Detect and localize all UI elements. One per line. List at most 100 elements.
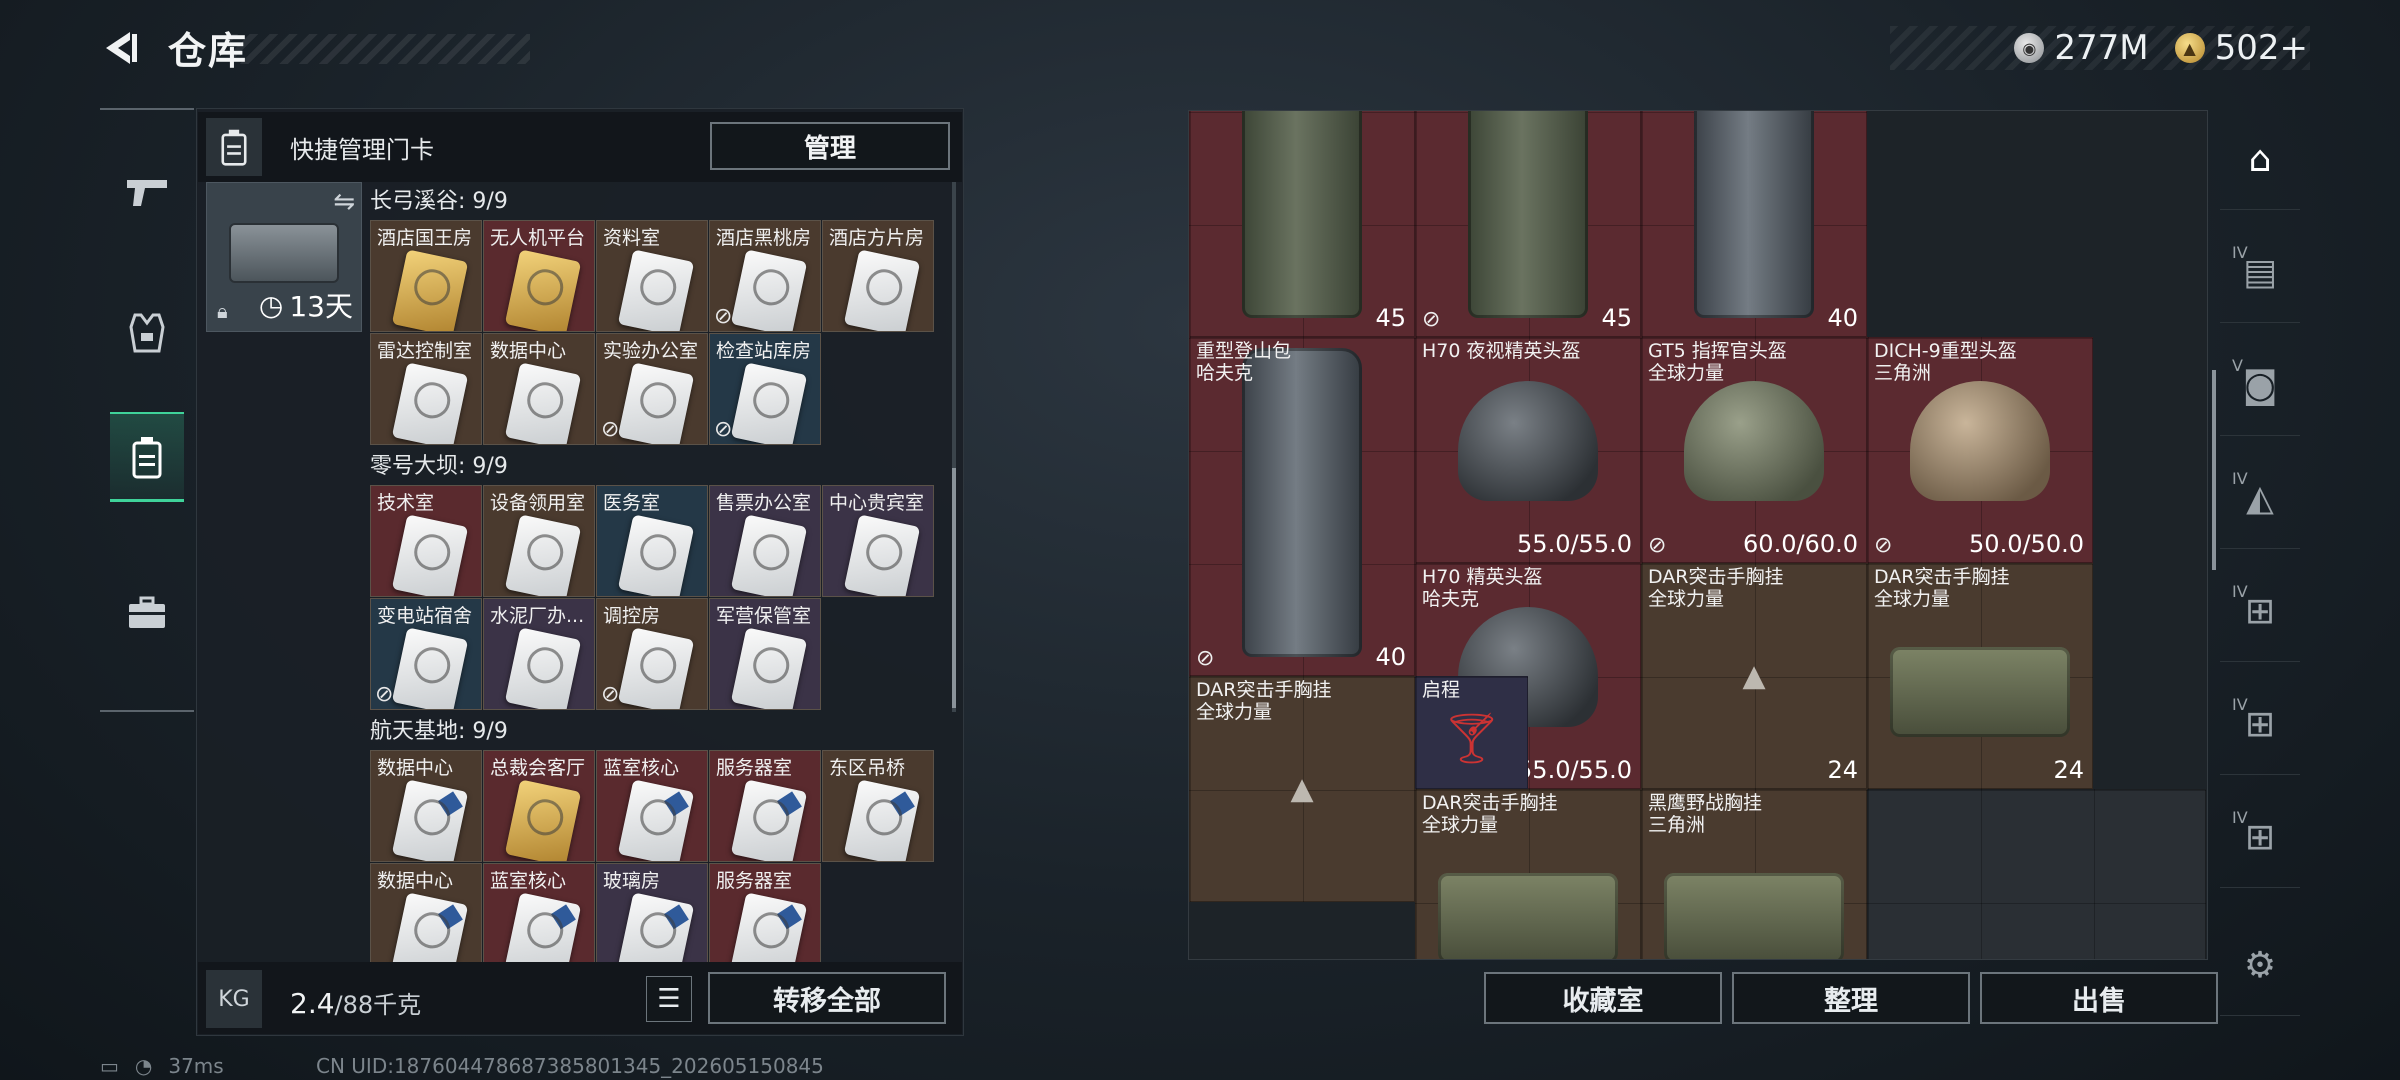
keycard-item[interactable]: 酒店国王房 [370, 220, 482, 332]
storage-add-icon[interactable]: ⊞ IV [2220, 788, 2300, 888]
keycard-image [617, 779, 695, 861]
keycard-label: 实验办公室 [603, 340, 699, 362]
keycard-list-scroll-thumb[interactable] [952, 468, 956, 708]
stash-item[interactable]: 🍸︎ 启程 [1415, 676, 1528, 789]
storage-camera-icon[interactable]: ◙ V [2220, 336, 2300, 436]
keycard-image [730, 892, 808, 962]
keycard-image [843, 249, 921, 331]
keycard-item[interactable]: 售票办公室 [709, 485, 821, 597]
pistol-icon[interactable] [110, 148, 184, 238]
keycard-image [391, 249, 469, 331]
list-view-button[interactable]: ☰ [646, 976, 692, 1022]
storage-folder-icon[interactable]: ▤ IV [2220, 223, 2300, 323]
stash-grid[interactable]: 全球力量45全球力量45⊘哈夫克40 重型登山包哈夫克40⊘H70 夜视精英头盔5… [1188, 110, 2208, 960]
keycard-case-slot[interactable]: ⇋ 🔒︎ ◷ 13天 [206, 182, 362, 332]
keycard-item[interactable]: 服务器室 [709, 750, 821, 862]
keycard-image [617, 514, 695, 596]
keycard-item[interactable]: 设备领用室 [483, 485, 595, 597]
stash-item[interactable]: DAR突击手胸挂 全球力量 [1415, 789, 1641, 959]
item-title: DICH-9重型头盔 [1874, 340, 2017, 362]
stash-item[interactable]: 黑鹰野战胸挂 三角洲 [1641, 789, 1867, 959]
manage-button[interactable]: 管理 [710, 122, 950, 170]
keycard-item[interactable]: 酒店黑桃房 ⊘ [709, 220, 821, 332]
keycard-item[interactable]: 检查站库房 ⊘ [709, 333, 821, 445]
stash-item[interactable]: 全球力量45 [1189, 111, 1415, 337]
keycard-item[interactable]: 调控房 ⊘ [596, 598, 708, 710]
stash-home-icon[interactable]: ⌂ [2220, 110, 2300, 210]
transfer-all-button[interactable]: 转移全部 [708, 972, 946, 1024]
backpack-image [1694, 111, 1814, 318]
category-rail [100, 108, 194, 712]
collection-room-button[interactable]: 收藏室 [1484, 972, 1722, 1024]
item-value: 24 [1827, 756, 1858, 784]
keycard-image [504, 249, 582, 331]
helmet-image [1684, 381, 1824, 501]
keycard-item[interactable]: 蓝室核心 [483, 863, 595, 962]
keycard-item[interactable]: 数据中心 [370, 750, 482, 862]
lock-icon: 🔒︎ [217, 299, 228, 323]
stash-level: IV [2232, 469, 2248, 488]
keycard-item[interactable]: 酒店方片房 [822, 220, 934, 332]
swap-icon[interactable]: ⇋ [333, 187, 355, 217]
stash-item[interactable]: GT5 指挥官头盔 全球力量 60.0/60.0 ⊘ [1641, 337, 1867, 563]
keycard-list[interactable]: 长弓溪谷: 9/9 酒店国王房 无人机平台 资料室 酒店黑桃房 ⊘ 酒店方片房 雷达控制室 数据… [370, 182, 948, 962]
stash-item[interactable]: 重型登山包 哈夫克 40 ⊘ [1189, 337, 1415, 676]
keycard-label: 设备领用室 [490, 492, 586, 514]
settings-gear-icon[interactable]: ⚙ [2220, 916, 2300, 1016]
armor-vest-icon[interactable] [110, 288, 184, 378]
keycard-case-icon[interactable] [110, 412, 184, 502]
briefcase-icon[interactable] [110, 568, 184, 658]
storage-triangle-icon[interactable]: ◭ IV [2220, 449, 2300, 549]
keycard-label: 技术室 [377, 492, 435, 514]
keycard-item[interactable]: 技术室 [370, 485, 482, 597]
silver-currency[interactable]: ◉ 277M [2014, 28, 2149, 68]
stash-item[interactable]: DICH-9重型头盔 三角洲 50.0/50.0 ⊘ [1867, 337, 2093, 563]
stash-level: IV [2232, 808, 2248, 827]
stash-item[interactable]: DAR突击手胸挂 全球力量 24 [1867, 563, 2093, 789]
keycard-item[interactable]: 无人机平台 [483, 220, 595, 332]
empty-stash-area[interactable] [1867, 789, 2206, 959]
organize-button[interactable]: 整理 [1732, 972, 1970, 1024]
keycard-item[interactable]: 实验办公室 ⊘ [596, 333, 708, 445]
ping-value: 37ms [168, 1054, 224, 1078]
back-button[interactable] [96, 24, 144, 72]
keycard-item[interactable]: 总裁会客厅 [483, 750, 595, 862]
keycard-item[interactable]: 水泥厂办... [483, 598, 595, 710]
stash-item[interactable]: ▲ DAR突击手胸挂 全球力量 24 [1641, 563, 1867, 789]
stash-item[interactable]: H70 夜视精英头盔 55.0/55.0 [1415, 337, 1641, 563]
keycard-section-title: 零号大坝: 9/9 [370, 454, 508, 479]
storage-add-icon[interactable]: ⊞ IV [2220, 675, 2300, 775]
keycard-item[interactable]: 数据中心 [483, 333, 595, 445]
keycard-item[interactable]: 变电站宿舍 ⊘ [370, 598, 482, 710]
list-icon: ☰ [657, 984, 681, 1014]
keycard-item[interactable]: 玻璃房 [596, 863, 708, 962]
helmet-image [1910, 381, 2050, 501]
keycard-item[interactable]: 中心贵宾室 [822, 485, 934, 597]
keycard-label: 售票办公室 [716, 492, 812, 514]
storage-add-icon[interactable]: ⊞ IV [2220, 562, 2300, 662]
gold-currency[interactable]: ▲ 502+ [2174, 28, 2308, 68]
keycard-item[interactable]: 服务器室 [709, 863, 821, 962]
stash-page-rail: ⌂ ▤ IV ◙ V ◭ IV ⊞ IV ⊞ IV ⊞ IV ⚙ [2220, 110, 2300, 1040]
keycard-item[interactable]: 医务室 [596, 485, 708, 597]
keycard-item[interactable]: 雷达控制室 [370, 333, 482, 445]
item-value: 55.0/55.0 [1517, 756, 1632, 784]
keycard-item[interactable]: 东区吊桥 [822, 750, 934, 862]
stash-item[interactable]: 哈夫克40 [1641, 111, 1867, 337]
keycard-section-title: 长弓溪谷: 9/9 [370, 189, 508, 214]
keycard-item[interactable]: 蓝室核心 [596, 750, 708, 862]
chest-rig-image [1890, 647, 2070, 737]
keycard-item[interactable]: 资料室 [596, 220, 708, 332]
keycard-item[interactable]: 数据中心 [370, 863, 482, 962]
sell-button[interactable]: 出售 [1980, 972, 2218, 1024]
stash-scrollbar[interactable] [2212, 370, 2216, 570]
keycard-grid: 数据中心 总裁会客厅 蓝室核心 服务器室 东区吊桥 数据中心 蓝室核心 玻璃房 服务器室 [370, 750, 948, 962]
item-value: 60.0/60.0 [1743, 530, 1858, 558]
stash-item[interactable]: ▲ DAR突击手胸挂 全球力量 [1189, 676, 1415, 902]
keycard-grid: 酒店国王房 无人机平台 资料室 酒店黑桃房 ⊘ 酒店方片房雷达控制室 数据中心 实验办公室 ⊘ 检… [370, 220, 948, 445]
keycard-label: 服务器室 [716, 757, 793, 779]
keycard-label: 军营保管室 [716, 605, 812, 627]
keycard-image [391, 627, 469, 709]
stash-item[interactable]: 全球力量45⊘ [1415, 111, 1641, 337]
keycard-item[interactable]: 军营保管室 [709, 598, 821, 710]
